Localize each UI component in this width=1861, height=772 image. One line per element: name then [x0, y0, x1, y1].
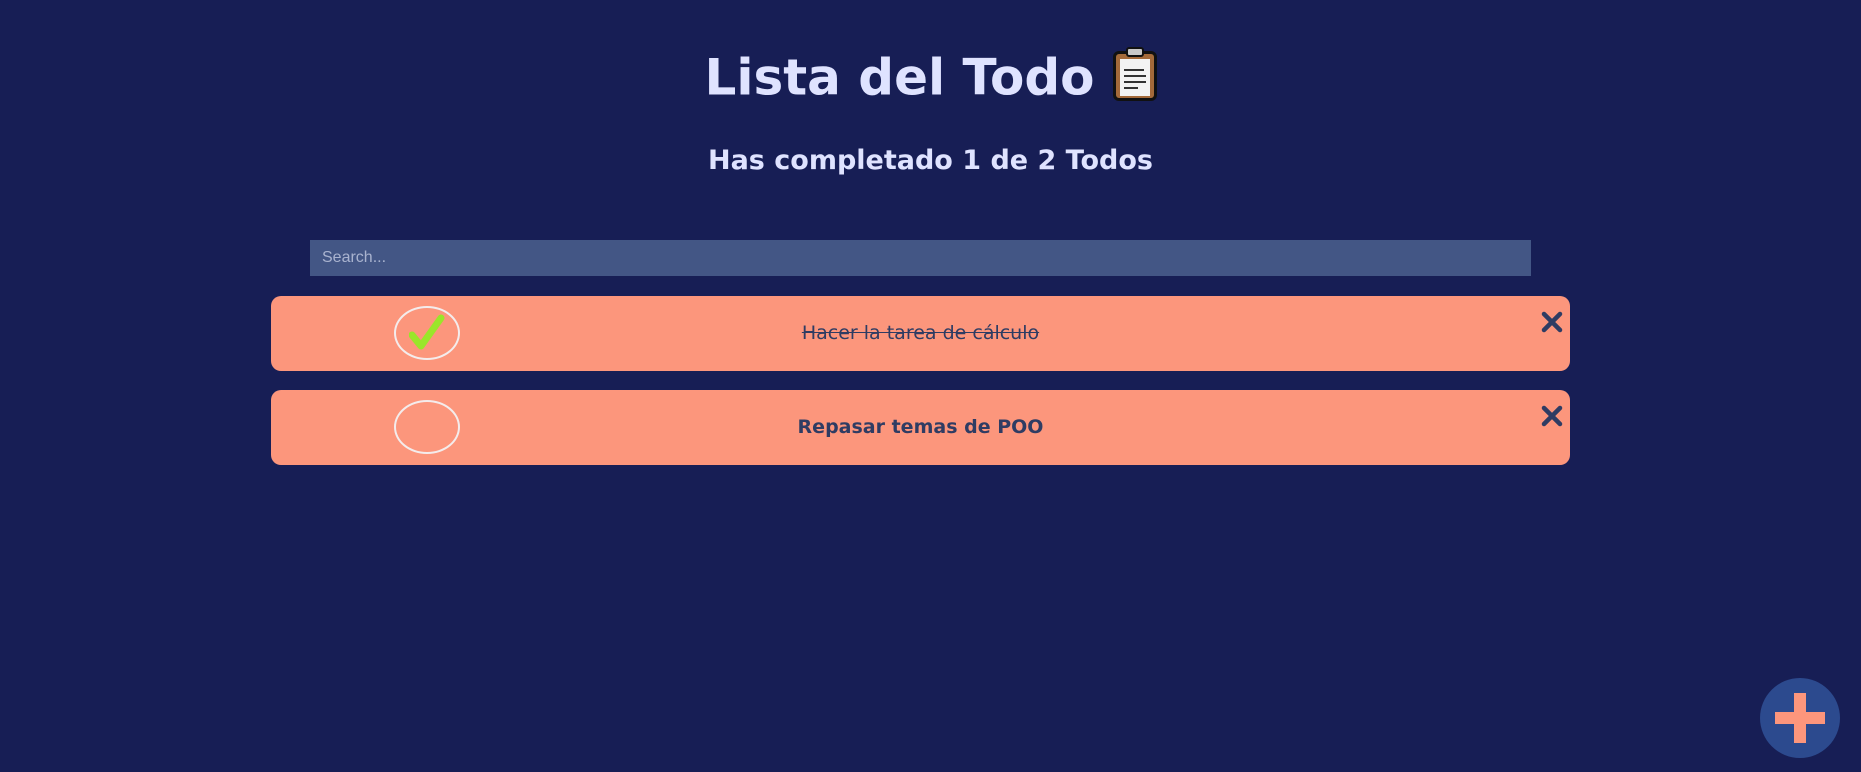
close-icon	[1541, 311, 1563, 333]
delete-button[interactable]	[1538, 308, 1566, 336]
add-todo-button[interactable]	[1760, 678, 1840, 758]
todo-item: Hacer la tarea de cálculo	[271, 296, 1570, 371]
complete-toggle[interactable]	[394, 306, 460, 360]
todo-counter: Has completado 1 de 2 Todos	[707, 145, 1153, 176]
todo-text: Repasar temas de POO	[797, 416, 1044, 438]
todo-item: Repasar temas de POO	[271, 390, 1570, 465]
close-icon	[1541, 405, 1563, 427]
complete-toggle[interactable]	[394, 400, 460, 454]
delete-button[interactable]	[1538, 402, 1566, 430]
todo-text: Hacer la tarea de cálculo	[801, 322, 1040, 344]
check-icon	[409, 314, 445, 350]
page-title-text: Lista del Todo	[704, 48, 1095, 107]
page-title: Lista del Todo	[0, 38, 1861, 114]
todo-app: Lista del Todo Has completado 1 de 2 Tod…	[0, 0, 1861, 772]
clipboard-icon	[1112, 46, 1157, 101]
search-input[interactable]	[310, 240, 1531, 276]
